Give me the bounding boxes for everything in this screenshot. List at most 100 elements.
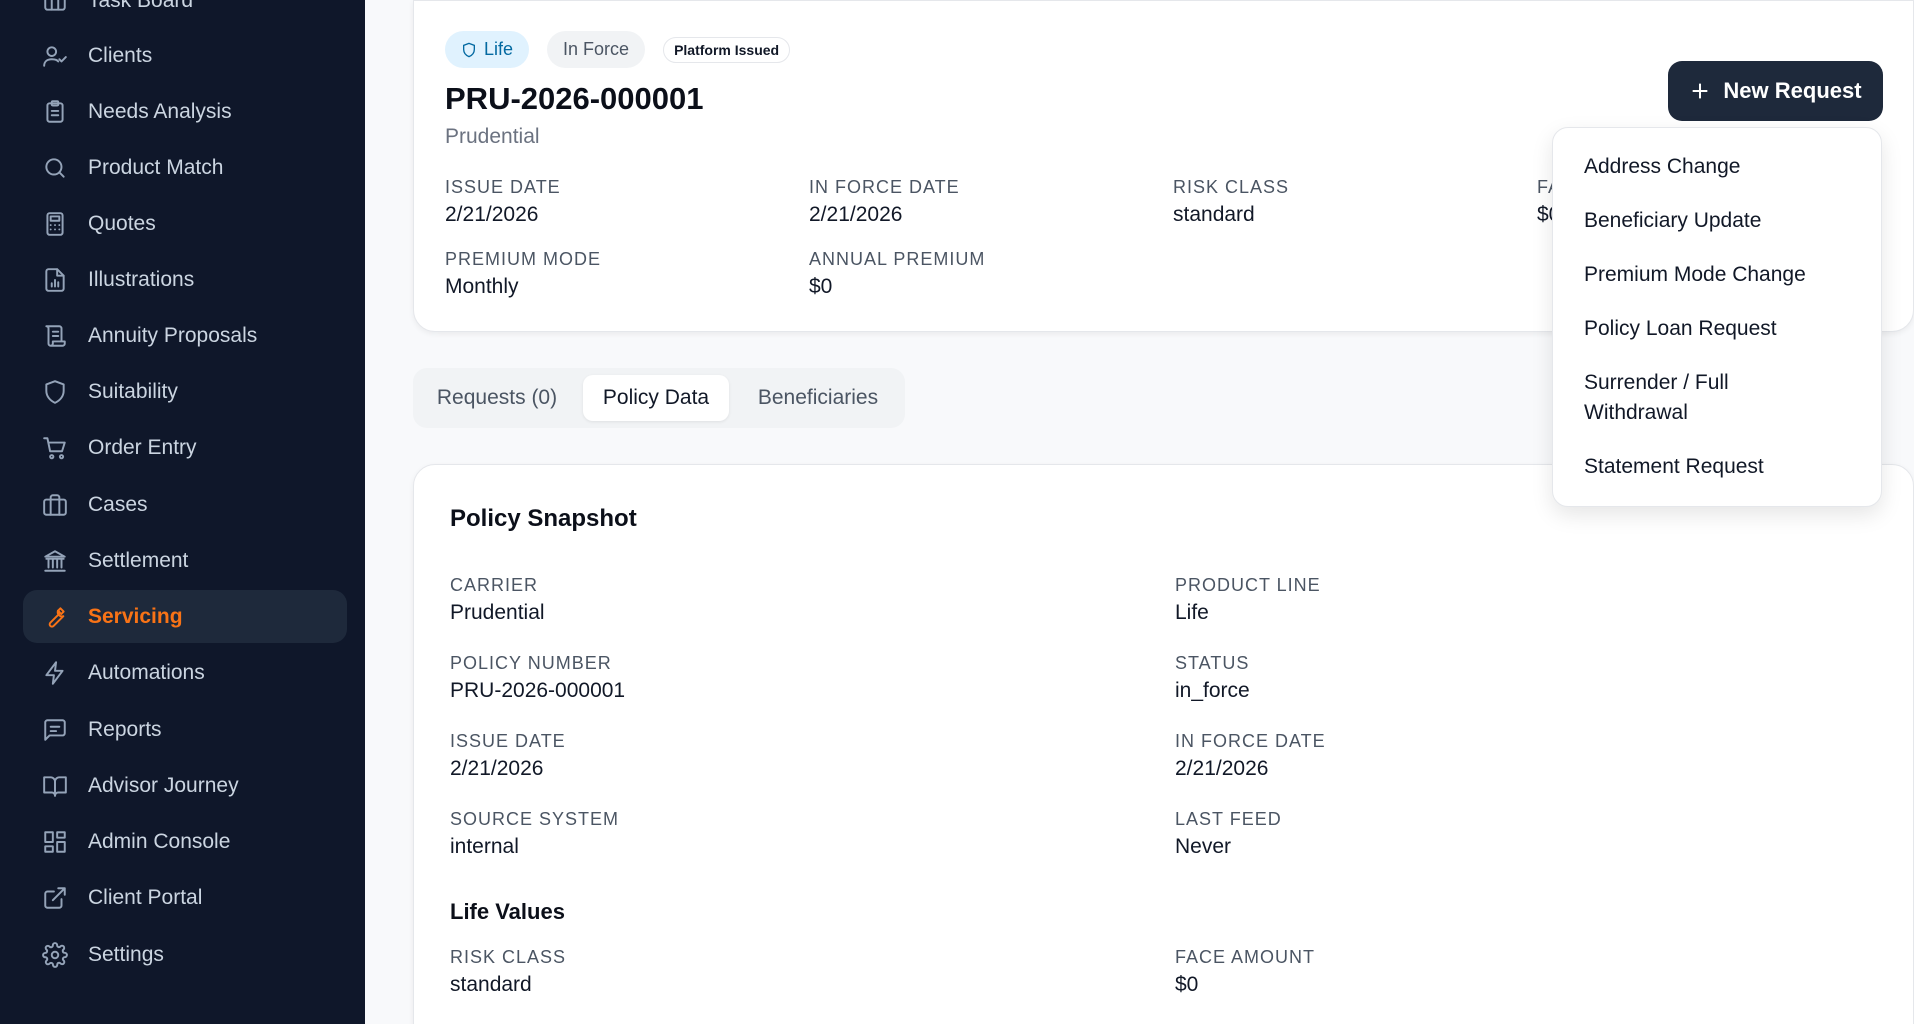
life-risk-class-label: RISK CLASS [450,947,567,967]
life-face-amount-value: $0 [1175,973,1199,996]
carrier-label: CARRIER [450,575,539,595]
premium-mode-value: Monthly [445,275,519,298]
sidebar-item-reports[interactable]: Reports [23,703,347,756]
snapshot-in-force-date-label: IN FORCE DATE [1175,731,1326,751]
carrier-value: Prudential [450,601,545,624]
tab-bar: Requests (0) Policy Data Beneficiaries [413,368,905,428]
wrench-icon [42,604,68,630]
sidebar-item-label: Settlement [88,548,189,572]
annual-premium-value: $0 [809,275,833,298]
sidebar-item-label: Task Board [88,0,194,12]
issue-date-value: 2/21/2026 [445,203,539,226]
annual-premium-label: ANNUAL PREMIUM [809,249,986,269]
sidebar-item-product-match[interactable]: Product Match [23,141,347,194]
new-request-menu: Address Change Beneficiary Update Premiu… [1552,127,1882,507]
tab-beneficiaries[interactable]: Beneficiaries [739,375,897,421]
page-title: PRU-2026-000001 [445,81,704,116]
snapshot-issue-date-value: 2/21/2026 [450,757,544,780]
sidebar-item-client-portal[interactable]: Client Portal [23,871,347,924]
sidebar-item-quotes[interactable]: Quotes [23,197,347,250]
product-line-value: Life [1175,601,1209,624]
source-badge: Platform Issued [663,36,791,63]
sidebar-item-settlement[interactable]: Settlement [23,534,347,587]
sidebar-item-label: Needs Analysis [88,99,232,123]
menu-item-statement-request[interactable]: Statement Request [1584,452,1854,482]
lightning-icon [42,660,68,686]
in-force-date-label: IN FORCE DATE [809,177,960,197]
sidebar-item-label: Clients [88,43,153,67]
scroll-icon [42,323,68,349]
menu-item-beneficiary-update[interactable]: Beneficiary Update [1584,206,1854,236]
sidebar-item-label: Suitability [88,379,178,403]
clipboard-icon [42,99,68,125]
policy-number-label: POLICY NUMBER [450,653,612,673]
in-force-date-value: 2/21/2026 [809,203,903,226]
badge-row: Life In Force Platform Issued [445,31,791,68]
policy-number-value: PRU-2026-000001 [450,679,626,702]
message-icon [42,717,68,743]
cart-icon [42,435,68,461]
sidebar-item-label: Cases [88,492,148,516]
sidebar-item-task-board[interactable]: Task Board [23,0,347,27]
tab-requests[interactable]: Requests (0) [421,375,573,421]
life-values-title: Life Values [450,899,565,924]
issue-date-label: ISSUE DATE [445,177,561,197]
sidebar-item-settings[interactable]: Settings [23,928,347,981]
calculator-icon [42,211,68,237]
sidebar-item-illustrations[interactable]: Illustrations [23,253,347,306]
sidebar-item-label: Client Portal [88,885,203,909]
user-check-icon [42,43,68,69]
plus-icon [1693,83,1708,99]
life-risk-class-value: standard [450,973,532,996]
book-icon [42,773,68,799]
snapshot-in-force-date-value: 2/21/2026 [1175,757,1269,780]
grid-icon [42,829,68,855]
menu-item-premium-mode-change[interactable]: Premium Mode Change [1584,260,1854,290]
sidebar-item-label: Product Match [88,155,224,179]
last-feed-value: Never [1175,835,1232,858]
briefcase-icon [42,492,68,518]
sidebar-item-label: Quotes [88,211,156,235]
sidebar-item-annuity-proposals[interactable]: Annuity Proposals [23,309,347,362]
sidebar-item-advisor-journey[interactable]: Advisor Journey [23,759,347,812]
status-label: STATUS [1175,653,1250,673]
menu-item-address-change[interactable]: Address Change [1584,152,1854,182]
source-system-label: SOURCE SYSTEM [450,809,620,829]
tab-policy-data[interactable]: Policy Data [583,375,729,421]
sidebar-item-label: Order Entry [88,435,197,459]
sidebar: Task Board Clients Needs Analysis Produc… [0,0,365,1024]
external-link-icon [42,885,68,911]
product-line-label: PRODUCT LINE [1175,575,1321,595]
last-feed-label: LAST FEED [1175,809,1282,829]
sidebar-item-label: Admin Console [88,829,231,853]
policy-snapshot-card: Policy Snapshot CARRIER Prudential PRODU… [413,464,1914,1024]
sidebar-item-suitability[interactable]: Suitability [23,365,347,418]
premium-mode-label: PREMIUM MODE [445,249,601,269]
sidebar-item-needs-analysis[interactable]: Needs Analysis [23,85,347,138]
risk-class-value: standard [1173,203,1255,226]
snapshot-issue-date-label: ISSUE DATE [450,731,566,751]
status-badge: In Force [547,31,646,68]
sidebar-item-label: Advisor Journey [88,773,239,797]
sidebar-item-servicing[interactable]: Servicing [23,590,347,643]
menu-item-surrender-full-withdrawal[interactable]: Surrender / Full Withdrawal [1584,368,1784,428]
new-request-button[interactable]: New Request [1668,61,1883,121]
carrier-subtitle: Prudential [445,125,540,148]
sidebar-item-label: Reports [88,717,162,741]
sidebar-item-label: Settings [88,942,164,966]
source-system-value: internal [450,835,519,858]
file-chart-icon [42,267,68,293]
bank-icon [42,548,68,574]
product-badge-label: Life [484,39,514,59]
product-badge: Life [445,31,530,68]
sidebar-item-cases[interactable]: Cases [23,478,347,531]
menu-item-policy-loan-request[interactable]: Policy Loan Request [1584,314,1854,344]
sidebar-item-order-entry[interactable]: Order Entry [23,421,347,474]
shield-icon [42,379,68,405]
sidebar-item-label: Illustrations [88,267,195,291]
sidebar-item-label: Annuity Proposals [88,323,258,347]
sidebar-item-label: Servicing [88,604,183,628]
sidebar-item-automations[interactable]: Automations [23,646,347,699]
sidebar-item-admin-console[interactable]: Admin Console [23,815,347,868]
sidebar-item-clients[interactable]: Clients [23,29,347,82]
